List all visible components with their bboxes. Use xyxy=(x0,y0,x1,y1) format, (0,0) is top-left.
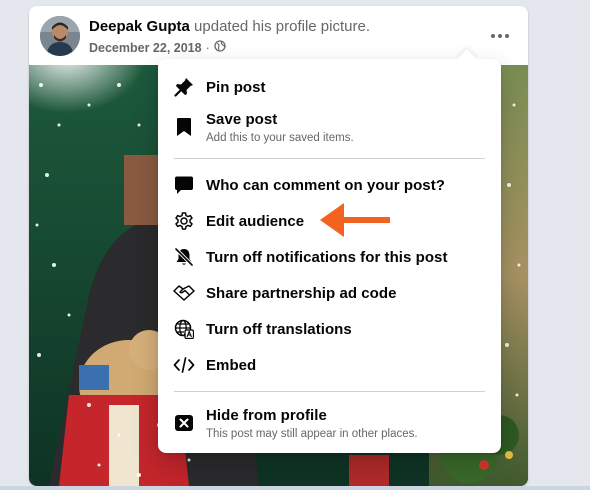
post-meta: December 22, 2018 · xyxy=(89,40,226,55)
menu-item-label: Turn off notifications for this post xyxy=(206,248,448,266)
pin-icon xyxy=(173,76,195,98)
meta-separator: · xyxy=(205,40,210,55)
post-action-text: updated his profile picture. xyxy=(194,18,370,35)
author-line: Deepak Gupta updated his profile picture… xyxy=(89,18,370,35)
menu-item-label: Turn off translations xyxy=(206,320,352,338)
bookmark-icon xyxy=(173,116,195,138)
menu-item-label: Pin post xyxy=(206,78,266,96)
menu-item-embed[interactable]: Embed xyxy=(166,351,493,379)
menu-item-label: Share partnership ad code xyxy=(206,284,397,302)
menu-item-label: Hide from profile xyxy=(206,406,327,424)
menu-item-label: Who can comment on your post? xyxy=(206,176,445,194)
menu-item-label: Save post xyxy=(206,110,278,128)
author-name[interactable]: Deepak Gupta xyxy=(89,18,190,35)
menu-item-hide-from-profile[interactable]: Hide from profile This post may still ap… xyxy=(166,403,493,443)
code-icon xyxy=(173,354,195,376)
gear-icon xyxy=(173,210,195,232)
menu-item-label: Edit audience xyxy=(206,212,305,230)
menu-item-save-post[interactable]: Save post Add this to your saved items. xyxy=(166,107,493,147)
post-header: Deepak Gupta updated his profile picture… xyxy=(29,6,528,65)
post-options-menu: Pin post Save post Add this to your save… xyxy=(158,49,501,453)
globe-translate-icon xyxy=(173,318,195,340)
menu-item-turn-off-notifications[interactable]: Turn off notifications for this post xyxy=(166,243,493,271)
post-date[interactable]: December 22, 2018 xyxy=(89,41,202,55)
menu-item-description: This post may still appear in other plac… xyxy=(206,427,418,440)
globe-icon[interactable] xyxy=(214,40,226,55)
hide-icon xyxy=(173,412,195,434)
menu-item-share-partnership-ad-code[interactable]: Share partnership ad code xyxy=(166,279,493,307)
page: Deepak Gupta updated his profile picture… xyxy=(0,0,590,490)
avatar[interactable] xyxy=(40,16,80,56)
menu-divider xyxy=(174,391,485,392)
menu-item-description: Add this to your saved items. xyxy=(206,131,354,144)
menu-item-who-can-comment[interactable]: Who can comment on your post? xyxy=(166,171,493,199)
orange-arrow-annotation xyxy=(318,198,392,247)
menu-item-turn-off-translations[interactable]: Turn off translations xyxy=(166,315,493,343)
menu-item-label: Embed xyxy=(206,356,257,374)
more-options-button[interactable] xyxy=(482,22,518,50)
more-dots-icon xyxy=(491,34,495,38)
page-bottom-strip xyxy=(0,486,590,490)
bell-off-icon xyxy=(173,246,195,268)
handshake-icon xyxy=(173,282,195,304)
menu-divider xyxy=(174,158,485,159)
menu-item-pin-post[interactable]: Pin post xyxy=(166,73,493,101)
comment-icon xyxy=(173,174,195,196)
